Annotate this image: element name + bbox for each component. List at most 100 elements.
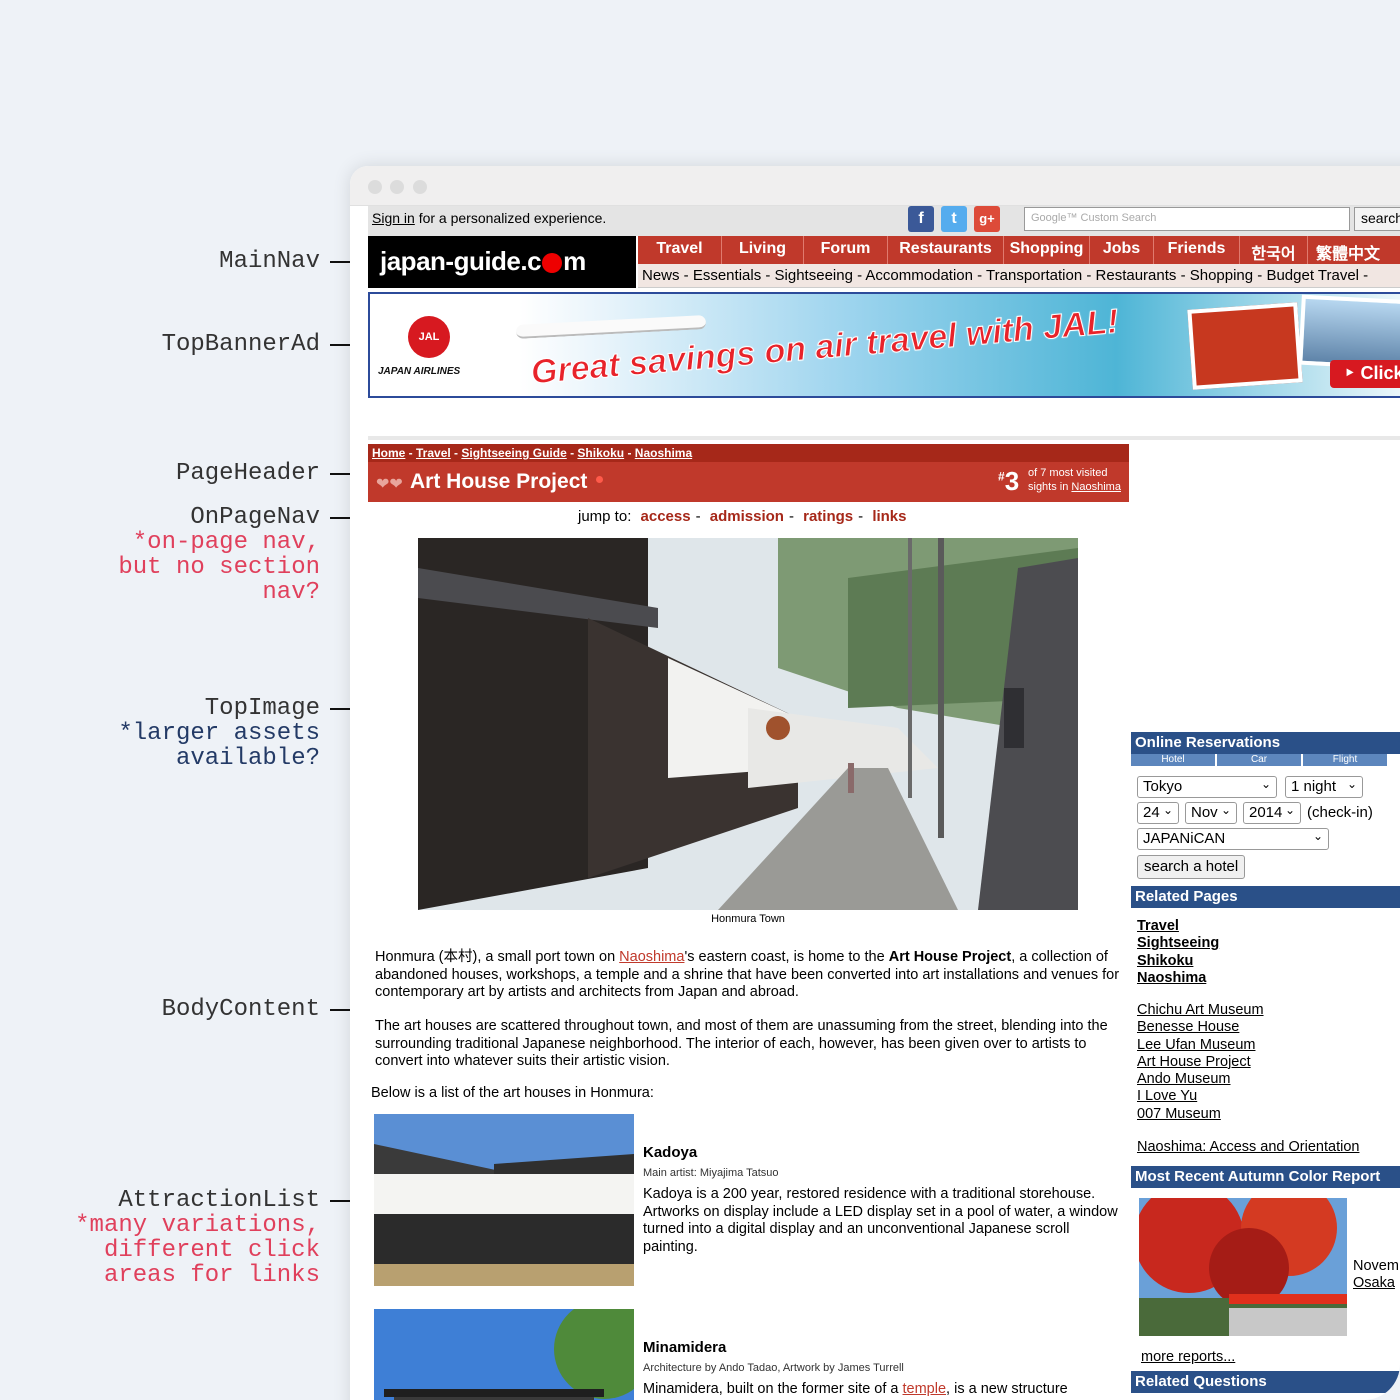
site-logo[interactable]: japan-guide.c m: [368, 236, 636, 288]
provider-select[interactable]: JAPANiCAN ⌄: [1137, 828, 1329, 850]
attraction-image-kadoya[interactable]: [374, 1114, 634, 1286]
tab-car[interactable]: Car: [1217, 754, 1301, 766]
browser-titlebar: [350, 166, 1400, 206]
rank-description: of 7 most visited sights in Naoshima: [1028, 467, 1121, 493]
nav-item-shopping[interactable]: Shopping: [1004, 236, 1090, 264]
temple-link[interactable]: temple: [903, 1381, 947, 1397]
annotation-topbannerad: TopBannerAd: [161, 331, 320, 358]
tab-flight[interactable]: Flight: [1303, 754, 1387, 766]
jump-admission-link[interactable]: admission: [710, 508, 784, 525]
airplane-graphic: [515, 315, 707, 339]
nav-item-korean[interactable]: 한국어: [1240, 236, 1308, 264]
twitter-icon[interactable]: t: [941, 206, 967, 232]
attraction-artist-minamidera: Architecture by Ando Tadao, Artwork by J…: [643, 1362, 904, 1374]
nav-item-jobs[interactable]: Jobs: [1090, 236, 1154, 264]
month-select[interactable]: Nov ⌄: [1185, 802, 1237, 824]
attraction-title-kadoya[interactable]: Kadoya: [643, 1144, 697, 1161]
related-link-ando[interactable]: Ando Museum: [1137, 1071, 1264, 1088]
section-divider: [368, 436, 1400, 440]
tab-hotel[interactable]: Hotel: [1131, 754, 1215, 766]
jal-crane-logo: JAL: [408, 316, 450, 358]
facebook-icon[interactable]: f: [908, 206, 934, 232]
search-hotel-button[interactable]: search a hotel: [1137, 855, 1246, 879]
autumn-report-heading: Most Recent Autumn Color Report: [1131, 1166, 1400, 1188]
site-search-input[interactable]: Google™ Custom Search: [1024, 207, 1350, 231]
jump-access-link[interactable]: access: [641, 508, 691, 525]
related-link-benesse[interactable]: Benesse House: [1137, 1019, 1264, 1036]
nav-item-restaurants[interactable]: Restaurants: [888, 236, 1004, 264]
jump-ratings-link[interactable]: ratings: [803, 508, 853, 525]
attraction-image-minamidera[interactable]: [374, 1309, 634, 1400]
breadcrumb-sightseeing[interactable]: Sightseeing Guide: [461, 446, 566, 460]
favorite-heart-icon[interactable]: ❤❤: [376, 474, 403, 494]
autumn-report-image[interactable]: [1139, 1198, 1347, 1336]
window-minimize-button[interactable]: [390, 180, 404, 194]
signin-text: for a personalized experience.: [414, 210, 607, 226]
city-select[interactable]: Tokyo ⌄: [1137, 776, 1277, 798]
nav-item-forum[interactable]: Forum: [804, 236, 888, 264]
nav-item-travel[interactable]: Travel: [638, 236, 722, 264]
nav-item-friends[interactable]: Friends: [1154, 236, 1240, 264]
nav-item-living[interactable]: Living: [722, 236, 804, 264]
chevron-down-icon: ⌄: [1260, 777, 1271, 791]
top-banner-ad[interactable]: JAL JAPAN AIRLINES Great savings on air …: [368, 292, 1400, 398]
body-paragraph-3: Below is a list of the art houses in Hon…: [371, 1085, 654, 1101]
autumn-report-date: Novem: [1353, 1258, 1399, 1274]
related-link-travel[interactable]: Travel: [1137, 918, 1219, 935]
breadcrumb-shikoku[interactable]: Shikoku: [577, 446, 624, 460]
browser-window: Sign in for a personalized experience. f…: [350, 166, 1400, 1400]
jump-links-link[interactable]: links: [872, 508, 906, 525]
body-paragraph-1: Honmura (本村), a small port town on Naosh…: [375, 949, 1120, 1000]
page-viewport: Sign in for a personalized experience. f…: [368, 206, 1400, 1400]
popularity-rank: #3: [998, 466, 1020, 496]
chevron-down-icon: ⌄: [1312, 829, 1323, 843]
page-title: Art House Project: [410, 470, 588, 493]
chevron-down-icon: ⌄: [1346, 777, 1357, 791]
rank-naoshima-link[interactable]: Naoshima: [1071, 481, 1121, 493]
annotation-topimage: TopImage *larger assets available?: [118, 695, 320, 772]
day-select[interactable]: 24 ⌄: [1137, 802, 1179, 824]
year-select[interactable]: 2014 ⌄: [1243, 802, 1301, 824]
access-orientation-link[interactable]: Naoshima: Access and Orientation: [1137, 1139, 1359, 1156]
chevron-down-icon: ⌄: [1284, 803, 1295, 817]
on-page-nav: jump to: access - admission - ratings - lin…: [578, 508, 907, 525]
site-search-button[interactable]: search: [1354, 207, 1400, 231]
signin-prompt: Sign in for a personalized experience.: [372, 210, 606, 226]
related-link-naoshima[interactable]: Naoshima: [1137, 970, 1219, 987]
nights-select[interactable]: 1 night ⌄: [1285, 776, 1363, 798]
reservation-tabs: Hotel Car Flight: [1131, 754, 1400, 766]
chevron-down-icon: ⌄: [1220, 803, 1231, 817]
banner-headline: Great savings on air travel with JAL!: [529, 302, 1121, 392]
sub-nav[interactable]: News - Essentials - Sightseeing - Accomm…: [638, 264, 1400, 288]
attraction-desc-minamidera: Minamidera, built on the former site of …: [643, 1381, 1068, 1397]
main-nav: Travel Living Forum Restaurants Shopping…: [638, 236, 1400, 264]
related-link-chichu[interactable]: Chichu Art Museum: [1137, 1002, 1264, 1019]
page-header: ❤❤ Art House Project #3 of 7 most visite…: [368, 462, 1129, 502]
window-zoom-button[interactable]: [413, 180, 427, 194]
signin-link[interactable]: Sign in: [372, 210, 415, 226]
related-link-shikoku[interactable]: Shikoku: [1137, 953, 1219, 970]
naoshima-link[interactable]: Naoshima: [619, 949, 684, 965]
breadcrumb-travel[interactable]: Travel: [416, 446, 451, 460]
top-image[interactable]: [418, 538, 1078, 910]
attraction-title-minamidera[interactable]: Minamidera: [643, 1339, 726, 1356]
attraction-artist-kadoya: Main artist: Miyajima Tatsuo: [643, 1167, 779, 1179]
annotated-screenshot: MainNav TopBannerAd PageHeader OnPageNav…: [0, 0, 1400, 1400]
related-link-art-house[interactable]: Art House Project: [1137, 1054, 1264, 1071]
related-link-sightseeing[interactable]: Sightseeing: [1137, 935, 1219, 952]
top-bar: Sign in for a personalized experience. f…: [368, 206, 1400, 236]
breadcrumb-home[interactable]: Home: [372, 446, 405, 460]
more-reports-link[interactable]: more reports...: [1141, 1349, 1235, 1365]
window-close-button[interactable]: [368, 180, 382, 194]
annotation-onpagenav: OnPageNav *on-page nav, but no section n…: [118, 504, 320, 606]
related-link-007[interactable]: 007 Museum: [1137, 1106, 1264, 1123]
related-link-i-love-yu[interactable]: I Love Yu: [1137, 1088, 1264, 1105]
red-sun-icon: [542, 253, 563, 273]
top-image-caption: Honmura Town: [711, 913, 785, 925]
google-plus-icon[interactable]: g+: [974, 206, 1000, 232]
breadcrumb-naoshima[interactable]: Naoshima: [635, 446, 692, 460]
autumn-report-place-link[interactable]: Osaka: [1353, 1275, 1395, 1291]
related-link-lee-ufan[interactable]: Lee Ufan Museum: [1137, 1037, 1264, 1054]
nav-item-chinese[interactable]: 繁體中文: [1308, 236, 1388, 264]
banner-click-button[interactable]: ‣ Click: [1330, 360, 1400, 388]
